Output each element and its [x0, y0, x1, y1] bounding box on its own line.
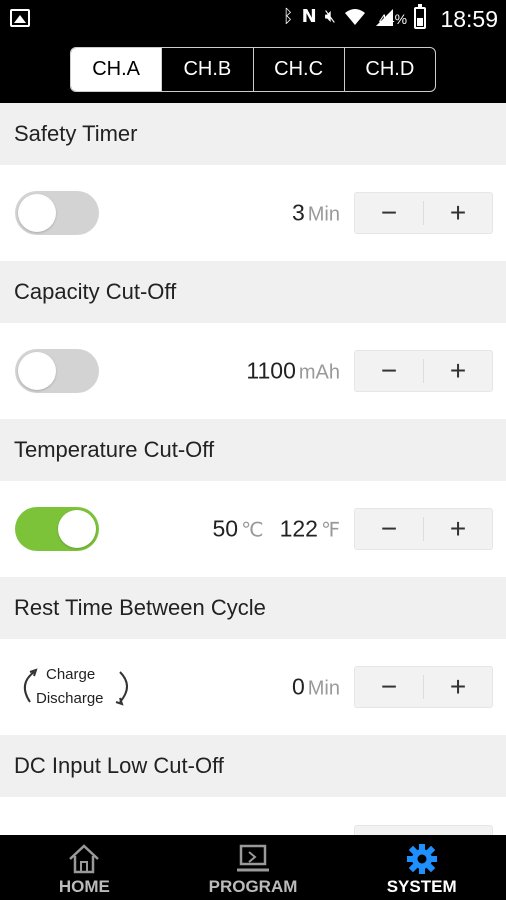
tab-ch-c[interactable]: CH.C	[254, 48, 345, 91]
nav-home-label: HOME	[58, 877, 110, 896]
temperature-cutoff-stepper: − +	[354, 508, 493, 550]
toggle-knob	[18, 352, 56, 390]
battery-percent: 44%	[379, 11, 408, 27]
value-number: 3	[291, 199, 305, 226]
nav-system[interactable]: SYSTEM	[337, 835, 506, 900]
temperature-cutoff-row: 50 ℃ 122 ℉ − +	[0, 481, 506, 577]
dc-input-low-cutoff-row	[0, 797, 506, 835]
clock: 18:59	[440, 6, 498, 32]
dc-input-low-cutoff-stepper[interactable]	[354, 825, 493, 835]
nav-program[interactable]: PROGRAM	[169, 835, 338, 900]
channel-bar: CH.A CH.B CH.C CH.D	[0, 38, 506, 103]
home-icon	[69, 844, 100, 874]
temperature-cutoff-toggle[interactable]	[15, 507, 99, 551]
toggle-knob	[58, 510, 96, 548]
discharge-label: Discharge	[36, 690, 104, 707]
increment-button[interactable]: +	[424, 667, 492, 707]
program-icon	[237, 844, 269, 872]
safety-timer-toggle[interactable]	[15, 191, 99, 235]
mute-icon: 🔇︎	[324, 6, 336, 27]
value-unit: Min	[307, 203, 340, 226]
decrement-button[interactable]: −	[355, 667, 423, 707]
decrement-button[interactable]: −	[355, 509, 423, 549]
value-number: 1100	[246, 357, 296, 384]
section-header-temperature-cutoff: Temperature Cut-Off	[0, 419, 506, 481]
nav-program-label: PROGRAM	[208, 877, 298, 896]
rest-time-stepper: − +	[354, 666, 493, 708]
safety-timer-row: 3 Min − +	[0, 165, 506, 261]
temperature-cutoff-value: 50 ℃ 122 ℉	[213, 516, 340, 543]
value-unit-fahrenheit: ℉	[320, 519, 340, 542]
rest-time-value: 0 Min	[292, 674, 340, 701]
gallery-icon	[10, 9, 30, 27]
gear-icon	[406, 844, 437, 874]
decrement-button[interactable]: −	[355, 193, 423, 233]
channel-tabs: CH.A CH.B CH.C CH.D	[70, 47, 436, 92]
section-header-safety-timer: Safety Timer	[0, 103, 506, 165]
value-number: 0	[291, 673, 305, 700]
capacity-cutoff-row: 1100 mAh − +	[0, 323, 506, 419]
value-number-celsius: 50	[212, 515, 239, 542]
tab-ch-b[interactable]: CH.B	[162, 48, 254, 91]
section-header-dc-input-low-cutoff: DC Input Low Cut-Off	[0, 735, 506, 797]
nav-home[interactable]: HOME	[0, 835, 169, 900]
increment-button[interactable]: +	[424, 193, 492, 233]
wifi-icon	[345, 8, 365, 25]
status-bar: ᛒ N 🔇︎ 44% 18:59	[0, 0, 506, 38]
increment-button[interactable]: +	[424, 509, 492, 549]
tab-ch-d[interactable]: CH.D	[345, 48, 435, 91]
value-unit: mAh	[298, 361, 340, 384]
safety-timer-stepper: − +	[354, 192, 493, 234]
charge-label: Charge	[46, 666, 96, 683]
charge-discharge-cycle-icon: Charge Discharge	[16, 664, 134, 710]
capacity-cutoff-toggle[interactable]	[15, 349, 99, 393]
bluetooth-icon: ᛒ	[282, 6, 294, 27]
safety-timer-value: 3 Min	[292, 200, 340, 227]
rest-time-row: Charge Discharge 0 Min − +	[0, 639, 506, 735]
nav-system-label: SYSTEM	[386, 877, 457, 896]
battery-icon	[414, 4, 426, 29]
settings-list[interactable]: Safety Timer 3 Min − + Capacity Cut-Off 1…	[0, 103, 506, 835]
bottom-nav: HOME PROGRAM SYSTEM	[0, 835, 506, 900]
value-number-fahrenheit: 122	[279, 515, 318, 542]
value-unit: Min	[307, 677, 340, 700]
capacity-cutoff-value: 1100 mAh	[246, 358, 340, 385]
increment-button[interactable]: +	[424, 351, 492, 391]
section-header-capacity-cutoff: Capacity Cut-Off	[0, 261, 506, 323]
value-unit-celsius: ℃	[241, 519, 264, 542]
nfc-icon: N	[301, 6, 317, 27]
toggle-knob	[18, 194, 56, 232]
decrement-button[interactable]: −	[355, 351, 423, 391]
capacity-cutoff-stepper: − +	[354, 350, 493, 392]
tab-ch-a[interactable]: CH.A	[71, 48, 163, 91]
section-header-rest-time: Rest Time Between Cycle	[0, 577, 506, 639]
status-icons: ᛒ N 🔇︎	[283, 6, 394, 27]
